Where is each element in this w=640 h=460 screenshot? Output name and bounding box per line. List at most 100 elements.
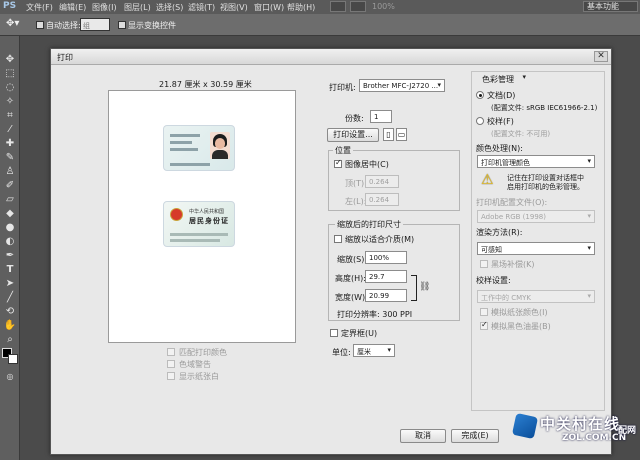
chevron-down-icon: ▾: [587, 212, 591, 220]
left-label: 左(L):: [345, 197, 367, 206]
printer-profile-label: 打印机配置文件(O):: [476, 198, 548, 207]
color-management-dropdown[interactable]: 色彩管理 ▾: [479, 72, 529, 85]
menu-view[interactable]: 视图(V): [220, 2, 248, 13]
black-point-checkbox[interactable]: [480, 260, 488, 268]
print-resolution-text: 打印分辨率: 300 PPI: [337, 310, 413, 319]
card-text-line: [170, 134, 200, 137]
scaled-print-size-title: 缩放后的打印尺寸: [335, 219, 403, 230]
eyedropper-icon[interactable]: ⁄: [3, 123, 17, 136]
rendering-intent-label: 渲染方法(R):: [476, 228, 523, 237]
paint-bucket-icon[interactable]: ◆: [3, 207, 17, 220]
menu-layer[interactable]: 图层(L): [124, 2, 151, 13]
menu-window[interactable]: 窗口(W): [254, 2, 284, 13]
unit-label: 单位:: [332, 348, 351, 357]
document-radio[interactable]: [476, 91, 484, 99]
pen-icon[interactable]: ✒: [3, 249, 17, 262]
rendering-intent-dropdown[interactable]: 可感知 ▾: [477, 242, 595, 255]
magic-wand-icon[interactable]: ✧: [3, 95, 17, 108]
color-handling-dropdown[interactable]: 打印机管理颜色 ▾: [477, 155, 595, 168]
chevron-down-icon: ▾: [522, 73, 526, 81]
left-input[interactable]: 0.264: [365, 193, 399, 206]
simulate-paper-color-label: 模拟纸张颜色(I): [491, 308, 548, 317]
background-color-swatch[interactable]: [8, 354, 18, 364]
brush-icon[interactable]: ✎: [3, 151, 17, 164]
zoom-icon[interactable]: ⌕: [3, 333, 17, 346]
zol-watermark: 中关村在线 ZOL.COM.CN 配网: [511, 407, 640, 460]
scale-input[interactable]: 100%: [365, 251, 407, 264]
bounding-box-label: 定界框(U): [341, 329, 378, 338]
print-preview-paper: 中华人民共和国 居民身份证: [108, 90, 296, 343]
simulate-black-ink-checkbox[interactable]: [480, 320, 488, 330]
print-orientation-landscape-icon[interactable]: ▭: [396, 128, 407, 141]
top-label: 顶(T):: [345, 179, 367, 188]
eraser-icon[interactable]: ▱: [3, 193, 17, 206]
hand-icon[interactable]: ✋: [3, 319, 17, 332]
move-icon[interactable]: ✥: [3, 53, 17, 66]
lasso-icon[interactable]: ◌: [3, 81, 17, 94]
width-input[interactable]: 20.99: [365, 289, 407, 302]
path-select-icon[interactable]: ➤: [3, 277, 17, 290]
workspace-switcher[interactable]: 基本功能: [583, 1, 638, 12]
proof-setup-dropdown[interactable]: 工作中的 CMYK ▾: [477, 290, 595, 303]
tool-panel: ✥ ⬚ ◌ ✧ ⌗ ⁄ ✚ ✎ ♙ ✐ ▱ ◆ ● ◐ ✒ T ➤ ╱ ⟲ ✋ …: [0, 36, 20, 460]
height-input[interactable]: 29.7: [365, 270, 407, 283]
center-image-checkbox[interactable]: [334, 158, 342, 168]
dodge-icon[interactable]: ◐: [3, 235, 17, 248]
printer-dropdown[interactable]: Brother MFC-J2720 ... ▾: [359, 79, 445, 92]
link-icon[interactable]: ⛓: [419, 282, 430, 292]
line-icon[interactable]: ╱: [3, 291, 17, 304]
top-input[interactable]: 0.264: [365, 175, 399, 188]
printer-label: 打印机:: [329, 83, 356, 92]
position-group-title: 位置: [333, 145, 353, 156]
unit-dropdown[interactable]: 厘米 ▾: [353, 344, 395, 357]
bounding-box-checkbox[interactable]: [330, 329, 338, 337]
menu-image[interactable]: 图像(I): [92, 2, 117, 13]
menu-edit[interactable]: 编辑(E): [59, 2, 86, 13]
menu-file[interactable]: 文件(F): [26, 2, 53, 13]
marquee-icon[interactable]: ⬚: [3, 67, 17, 80]
print-orientation-portrait-icon[interactable]: ▯: [383, 128, 394, 141]
national-emblem-icon: [170, 208, 183, 221]
arrange-icon[interactable]: [350, 1, 366, 12]
clone-stamp-icon[interactable]: ♙: [3, 165, 17, 178]
document-profile-text: (配置文件: sRGB IEC61966-2.1): [491, 104, 598, 112]
cancel-button[interactable]: 取消: [400, 429, 446, 443]
frame-icon[interactable]: [330, 1, 346, 12]
move-tool-icon[interactable]: ✥▾: [6, 18, 19, 29]
constrain-proportions-bracket: [411, 275, 417, 301]
auto-select-dropdown[interactable]: 组: [80, 18, 110, 31]
watermark-url: ZOL.COM.CN: [562, 433, 627, 443]
printer-profile-dropdown[interactable]: Adobe RGB (1998) ▾: [477, 210, 595, 223]
menu-help[interactable]: 帮助(H): [287, 2, 315, 13]
history-brush-icon[interactable]: ✐: [3, 179, 17, 192]
gamut-warning-checkbox[interactable]: [167, 360, 175, 368]
match-print-colors-checkbox[interactable]: [167, 348, 175, 356]
printer-value: Brother MFC-J2720 ...: [363, 82, 439, 90]
show-paper-white-checkbox[interactable]: [167, 372, 175, 380]
proof-radio[interactable]: [476, 117, 484, 125]
chevron-down-icon: ▾: [437, 81, 441, 89]
show-transform-checkbox[interactable]: [118, 21, 126, 29]
3d-rotate-icon[interactable]: ⟲: [3, 305, 17, 318]
proof-profile-text: (配置文件: 不可用): [491, 130, 551, 138]
menu-select[interactable]: 选择(S): [156, 2, 183, 13]
healing-brush-icon[interactable]: ✚: [3, 137, 17, 150]
auto-select-checkbox[interactable]: [36, 21, 44, 29]
print-settings-button[interactable]: 打印设置...: [327, 128, 379, 142]
crop-icon[interactable]: ⌗: [3, 109, 17, 122]
blur-icon[interactable]: ●: [3, 221, 17, 234]
menu-bar: PS 文件(F) 编辑(E) 图像(I) 图层(L) 选择(S) 滤镜(T) 视…: [0, 0, 640, 14]
auto-select-label: 自动选择:: [46, 21, 81, 30]
printer-profile-value: Adobe RGB (1998): [481, 213, 546, 221]
menu-filter[interactable]: 滤镜(T): [188, 2, 215, 13]
done-button[interactable]: 完成(E): [451, 429, 499, 443]
proof-label: 校样(F): [487, 117, 514, 126]
card-text-line: [170, 148, 198, 151]
color-management-header: 色彩管理: [482, 75, 514, 84]
scale-to-fit-checkbox[interactable]: [334, 235, 342, 243]
close-button[interactable]: ✕: [594, 51, 608, 62]
quick-mask-icon[interactable]: ◎: [3, 370, 17, 383]
type-icon[interactable]: T: [3, 263, 17, 276]
copies-input[interactable]: 1: [370, 110, 392, 123]
simulate-paper-color-checkbox[interactable]: [480, 308, 488, 316]
